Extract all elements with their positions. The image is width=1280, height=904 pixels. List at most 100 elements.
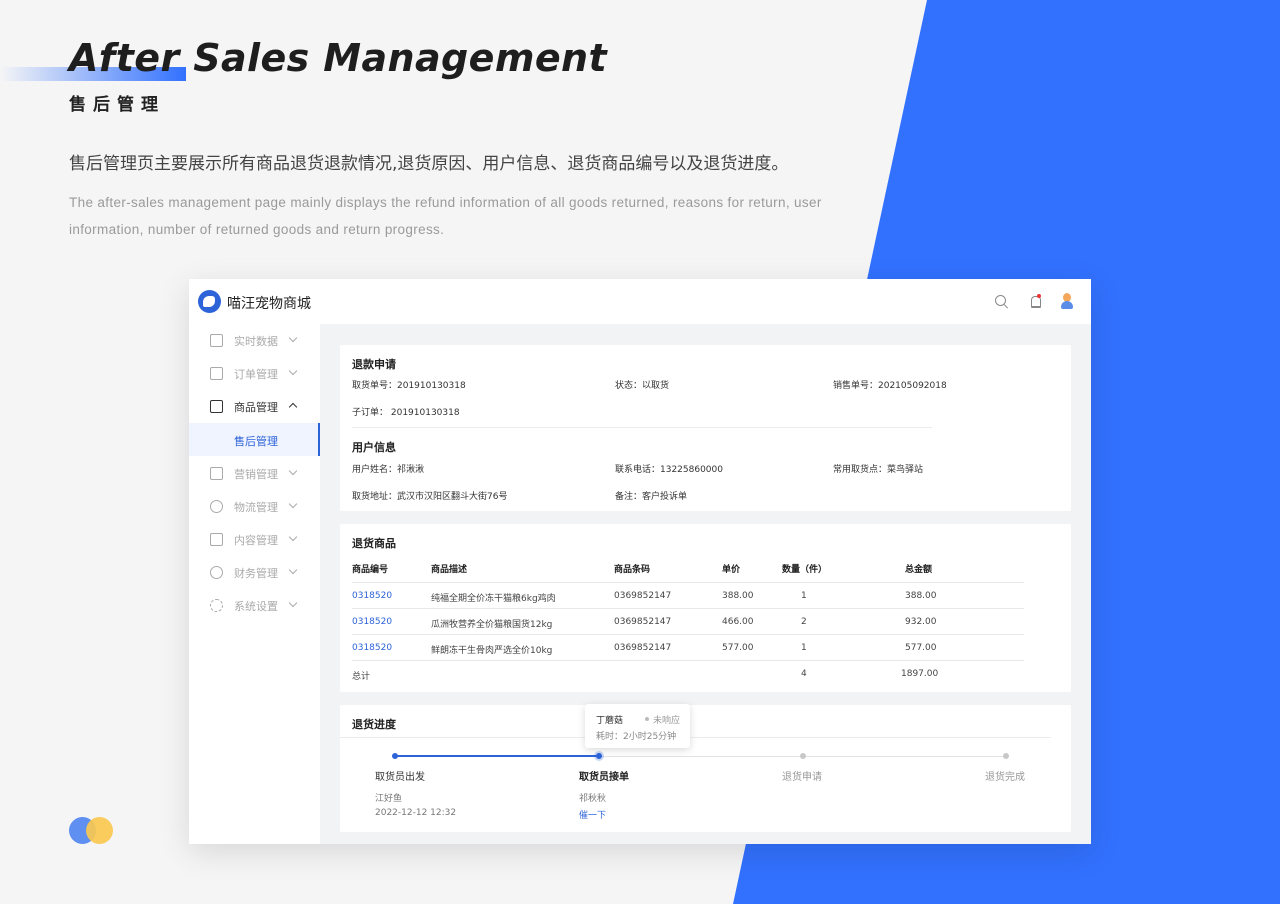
app-header: 喵汪宠物商城	[189, 279, 1091, 324]
quantity: 1	[801, 591, 807, 601]
row-divider	[352, 608, 1024, 609]
step-person: 江好鱼	[375, 794, 403, 804]
yellow-circle	[86, 817, 113, 844]
total-amount: 388.00	[905, 591, 937, 601]
progress-line-done	[395, 755, 599, 757]
summary-quantity: 4	[801, 669, 807, 679]
user-info-title: 用户信息	[352, 441, 396, 454]
document-icon	[210, 367, 223, 380]
unit-price: 388.00	[722, 591, 754, 601]
column-header: 商品描述	[431, 565, 468, 575]
summary-label: 总计	[352, 672, 371, 682]
product-desc: 鲜朗冻干生骨肉严选全价10kg	[431, 646, 553, 656]
product-barcode: 0369852147	[614, 591, 672, 601]
logo-icon[interactable]	[198, 290, 221, 313]
sidebar-item-orders[interactable]: 订单管理	[189, 357, 320, 390]
location-icon	[210, 500, 223, 513]
unit-price: 466.00	[722, 617, 754, 627]
unit-price: 577.00	[722, 643, 754, 653]
sidebar-item-label: 系统设置	[234, 600, 278, 613]
sidebar-item-marketing[interactable]: 营销管理	[189, 457, 320, 490]
presentation-icon	[210, 467, 223, 480]
sidebar-item-label: 财务管理	[234, 567, 278, 580]
bell-icon[interactable]	[1028, 294, 1043, 309]
chevron-down-icon	[288, 565, 298, 575]
tooltip-name: 丁蘑菇	[596, 716, 624, 726]
description-cn: 售后管理页主要展示所有商品退货退款情况,退货原因、用户信息、退货商品编号以及退货…	[69, 154, 789, 174]
sidebar-item-label: 商品管理	[234, 401, 278, 414]
sidebar-item-label: 营销管理	[234, 468, 278, 481]
sub-order-number: 子订单： 201910130318	[352, 408, 460, 418]
product-desc: 瓜洲牧营养全价猫粮国货12kg	[431, 620, 553, 630]
description-en: The after-sales management page mainly d…	[69, 195, 822, 237]
step-label: 取货员接单	[579, 772, 629, 783]
column-header: 单价	[722, 565, 741, 575]
product-id-link[interactable]: 0318520	[352, 617, 392, 627]
step-label: 退货申请	[782, 772, 822, 783]
sidebar-item-label: 实时数据	[234, 335, 278, 348]
gear-icon	[210, 599, 223, 612]
pickup-number: 取货单号：201910130318	[352, 381, 466, 391]
chevron-down-icon	[288, 499, 298, 509]
section-divider	[352, 427, 932, 428]
page-title-en: After Sales Management	[69, 36, 608, 80]
row-divider	[352, 634, 1024, 635]
column-header: 数量（件）	[782, 565, 828, 575]
currency-icon	[210, 566, 223, 579]
sidebar-item-finance[interactable]: 财务管理	[189, 556, 320, 589]
brand-name: 喵汪宠物商城	[227, 296, 311, 312]
sidebar-item-settings[interactable]: 系统设置	[189, 589, 320, 622]
product-barcode: 0369852147	[614, 617, 672, 627]
status-field: 状态：以取货	[615, 381, 670, 391]
refund-request-card: 退款申请 取货单号：201910130318 状态：以取货 销售单号：20210…	[340, 345, 1071, 511]
note-field: 备注：客户投诉单	[615, 492, 688, 502]
step-dot	[596, 753, 602, 759]
refund-request-title: 退款申请	[352, 358, 396, 371]
section-divider	[340, 737, 1051, 738]
sale-number: 销售单号：202105092018	[833, 381, 947, 391]
avatar[interactable]	[1059, 293, 1075, 310]
tooltip-status: 未响应	[653, 716, 681, 726]
step-label: 取货员出发	[375, 772, 425, 783]
chart-icon	[210, 334, 223, 347]
step-dot	[392, 753, 398, 759]
sidebar-item-label: 订单管理	[234, 368, 278, 381]
column-header: 总金额	[905, 565, 933, 575]
page-title-cn: 售后管理	[69, 95, 165, 115]
row-divider	[352, 660, 1024, 661]
sidebar-subitem-after-sales[interactable]: 售后管理	[189, 423, 320, 456]
chevron-up-icon	[288, 402, 298, 412]
product-id-link[interactable]: 0318520	[352, 591, 392, 601]
tooltip-elapsed: 耗时：2小时25分钟	[596, 732, 677, 742]
step-tooltip: 丁蘑菇 未响应 耗时：2小时25分钟	[585, 704, 690, 748]
sidebar-item-label: 物流管理	[234, 501, 278, 514]
status-dot-icon	[645, 717, 649, 721]
returned-goods-title: 退货商品	[352, 537, 396, 550]
step-time: 2022-12-12 12:32	[375, 808, 457, 818]
app-window: 喵汪宠物商城 实时数据 订单管理 商品管理 售后管理 营销管理 物流管理 内容管…	[189, 279, 1091, 844]
pickup-point: 常用取货点：菜鸟驿站	[833, 465, 924, 475]
step-dot	[1003, 753, 1009, 759]
chevron-down-icon	[288, 466, 298, 476]
user-name: 用户姓名：祁湫湫	[352, 465, 425, 475]
user-phone: 联系电话：13225860000	[615, 465, 723, 475]
return-progress-card: 退货进度 取货员出发 江好鱼 2022-12-12 12:32 取货员接单 祁秋…	[340, 705, 1071, 832]
sidebar-item-products[interactable]: 商品管理	[189, 390, 320, 423]
pickup-address: 取货地址：武汉市汉阳区翻斗大街76号	[352, 492, 508, 502]
sidebar-item-realtime-data[interactable]: 实时数据	[189, 324, 320, 357]
row-divider	[352, 582, 1024, 583]
step-dot	[800, 753, 806, 759]
sidebar-item-content[interactable]: 内容管理	[189, 523, 320, 556]
returned-goods-card: 退货商品 商品编号 商品描述 商品条码 单价 数量（件） 总金额 0318520…	[340, 524, 1071, 692]
product-id-link[interactable]: 0318520	[352, 643, 392, 653]
decorative-circles	[69, 817, 115, 845]
product-desc: 纯福全期全价冻干猫粮6kg鸡肉	[431, 594, 556, 604]
search-icon[interactable]	[994, 294, 1009, 309]
summary-total: 1897.00	[901, 669, 939, 679]
product-barcode: 0369852147	[614, 643, 672, 653]
sidebar-item-label: 内容管理	[234, 534, 278, 547]
file-icon	[210, 533, 223, 546]
column-header: 商品编号	[352, 565, 389, 575]
sidebar-item-logistics[interactable]: 物流管理	[189, 490, 320, 523]
urge-link[interactable]: 催一下	[579, 808, 606, 821]
